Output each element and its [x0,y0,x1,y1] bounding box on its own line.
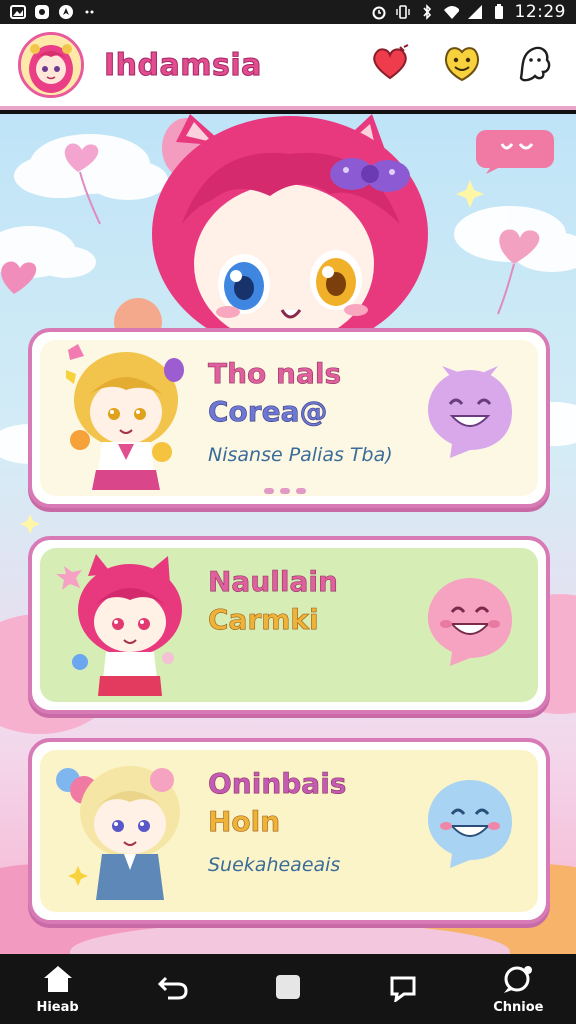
alarm-icon [371,4,387,20]
card-description: Nisanse Palias Tba) [208,444,393,466]
character-card-2[interactable]: Naullain Carmki [28,536,550,714]
heart-icon [370,43,410,87]
gallery-icon [10,4,26,20]
nav-overview[interactable] [243,972,333,1006]
mood-button[interactable] [438,41,486,89]
card-title: Tho nals [208,357,342,391]
square-icon [273,972,303,1006]
nav-chat-label: Chnioe [493,999,544,1015]
profile-button[interactable] [510,41,558,89]
nav-back[interactable] [128,972,218,1006]
vibrate-icon [395,4,411,20]
favorites-button[interactable] [366,41,414,89]
card-description: Suekaheaeais [208,854,341,876]
nav-recents[interactable] [358,972,448,1006]
app-title: Ihdamsia [104,47,262,83]
navigation-icon [58,4,74,20]
card-title: Naullain [208,565,338,599]
status-time: 12:29 [514,2,566,22]
nav-home-label: Hieab [36,999,79,1015]
card-pagination [264,488,306,494]
back-icon [156,972,190,1006]
home-icon [40,964,76,998]
nav-chat[interactable]: Chnioe [473,964,563,1015]
card-subtitle: Carmki [208,603,319,637]
chat-face-button[interactable] [422,774,518,870]
recents-icon [386,972,420,1006]
more-notifications-icon [82,4,98,20]
battery-icon [491,4,507,20]
nav-home[interactable]: Hieab [13,964,103,1015]
smiley-icon [441,42,483,88]
character-card-1[interactable]: Tho nals Corea@ Nisanse Palias Tba) [28,328,550,508]
bluetooth-icon [419,4,435,20]
main-feed[interactable]: Tho nals Corea@ Nisanse Palias Tba) Naul… [0,114,576,954]
app-icon [34,4,50,20]
card-subtitle: Holn [208,805,281,839]
chat-icon [500,964,536,998]
character-portrait [56,766,180,900]
card-subtitle: Corea@ [208,395,328,429]
wifi-icon [443,4,459,20]
status-bar: 12:29 [0,0,576,24]
chat-face-button[interactable] [422,364,518,460]
ghost-icon [513,42,555,88]
chat-face-button[interactable] [422,572,518,668]
card-title: Oninbais [208,767,347,801]
bottom-navigation: Hieab Chnioe [0,954,576,1024]
chat-bubble-icon [476,130,554,174]
character-portrait [56,554,182,696]
avatar[interactable] [18,32,84,98]
character-portrait [66,344,184,490]
app-header: Ihdamsia [0,24,576,110]
signal-icon [467,4,483,20]
character-card-3[interactable]: Oninbais Holn Suekaheaeais [28,738,550,924]
